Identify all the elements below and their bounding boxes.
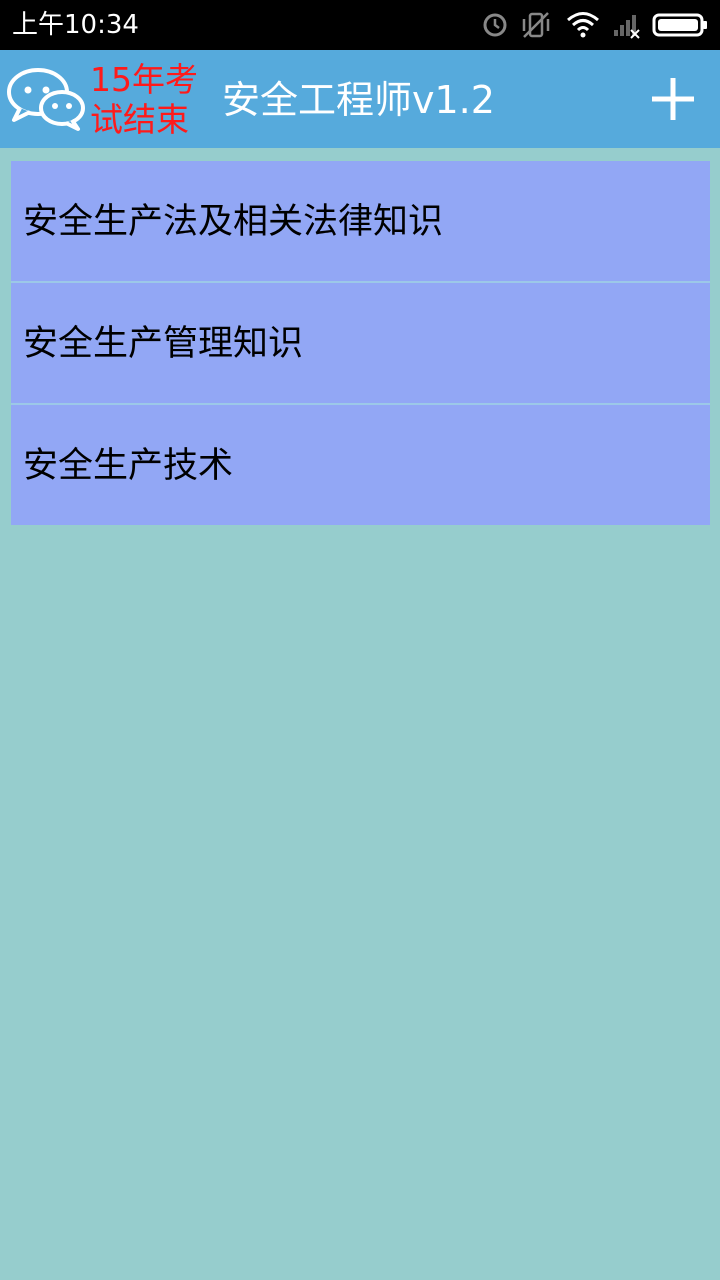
list-item-technology[interactable]: 安全生产技术	[11, 405, 710, 525]
status-bar: 上午10:34	[0, 0, 720, 50]
app-title: 安全工程师v1.2	[222, 78, 495, 122]
status-time: 上午10:34	[12, 10, 139, 40]
list-item-law[interactable]: 安全生产法及相关法律知识	[11, 161, 710, 283]
signal-no-service-icon	[614, 15, 640, 39]
list-item-management[interactable]: 安全生产管理知识	[11, 283, 710, 405]
app-bar: 15年考试结束 安全工程师v1.2	[0, 50, 720, 148]
exam-notice: 15年考试结束	[90, 60, 198, 139]
list-item-label: 安全生产管理知识	[23, 324, 304, 364]
plus-icon[interactable]	[642, 68, 704, 130]
subject-list: 安全生产法及相关法律知识 安全生产管理知识 安全生产技术	[11, 161, 710, 525]
list-item-label: 安全生产法及相关法律知识	[23, 202, 444, 242]
vibrate-off-icon	[522, 12, 550, 38]
status-icons	[480, 10, 710, 40]
alarm-icon	[483, 13, 507, 37]
wifi-icon	[567, 12, 599, 38]
battery-icon	[652, 13, 707, 37]
list-item-label: 安全生产技术	[23, 446, 234, 486]
chat-bubbles-icon[interactable]	[6, 66, 86, 132]
